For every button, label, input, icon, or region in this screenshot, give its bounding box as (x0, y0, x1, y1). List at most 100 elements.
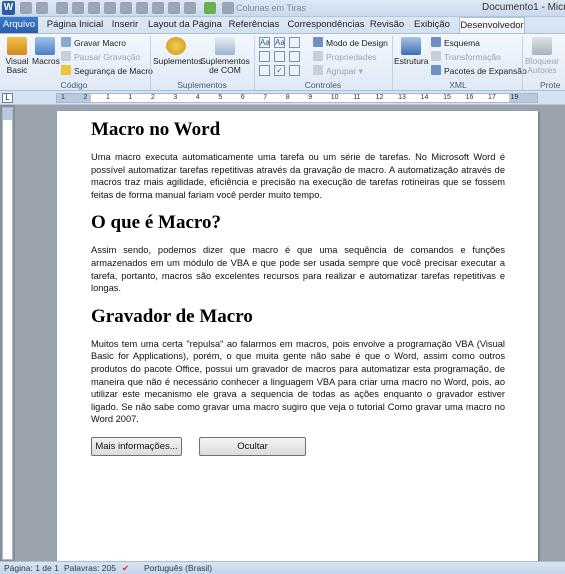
macros-button[interactable]: Macros (32, 37, 60, 66)
combo-box-control-icon[interactable] (274, 51, 285, 62)
structure-button[interactable]: Estrutura (394, 37, 429, 66)
block-authors-icon (532, 37, 552, 55)
transformation-icon (431, 51, 441, 61)
date-picker-control-icon[interactable] (259, 65, 270, 76)
language-indicator[interactable]: Português (Brasil) (144, 563, 212, 573)
ruler-tick-label: 9 (308, 94, 313, 101)
proofing-icon[interactable]: ✔ (122, 563, 129, 574)
transformation-label: Transformação (444, 52, 501, 62)
pause-recording-button[interactable]: Pausar Gravação (61, 51, 140, 63)
table-icon[interactable] (136, 2, 148, 14)
word-count[interactable]: Palavras: 205 (64, 563, 116, 573)
zoom-icon[interactable] (88, 2, 100, 14)
window-title: Documento1 - Microso (482, 2, 565, 13)
tab-home[interactable]: Página Inicial (44, 17, 106, 33)
print-preview-icon[interactable] (72, 2, 84, 14)
properties-button[interactable]: Propriedades (313, 51, 377, 63)
legacy-tools-icon[interactable] (289, 65, 300, 76)
addins-button[interactable]: Suplementos (153, 37, 203, 66)
group-separator (150, 36, 151, 90)
page-content: Macro no Word Uma macro executa automati… (91, 119, 505, 459)
group-label-xml: XML (449, 80, 467, 90)
document-area[interactable]: Macro no Word Uma macro executa automati… (15, 105, 565, 561)
tab-selector[interactable]: L (2, 93, 13, 103)
group-label-suplementos: Suplementos (177, 80, 227, 90)
heading-macro-no-word: Macro no Word (91, 119, 221, 140)
ruler-tick-label: 13 (398, 94, 406, 101)
group-separator (254, 36, 255, 90)
properties-label: Propriedades (326, 52, 377, 62)
draw-table-icon[interactable] (168, 2, 180, 14)
schema-button[interactable]: Esquema (431, 37, 480, 49)
save-icon[interactable] (20, 2, 32, 14)
redo-icon[interactable] (56, 2, 68, 14)
com-addins-button[interactable]: Suplementos de COM (200, 37, 250, 75)
ruler-tick-label: 16 (465, 94, 474, 101)
tab-mailings[interactable]: Correspondências (286, 17, 366, 33)
macros-icon (35, 37, 55, 55)
tab-file[interactable]: Arquivo (0, 17, 38, 33)
schema-icon (431, 37, 441, 47)
ruler-tick-label: 17 (488, 94, 496, 101)
find-icon[interactable] (104, 2, 116, 14)
expansion-packs-label: Pacotes de Expansão (444, 66, 527, 76)
hide-button[interactable]: Ocultar (199, 436, 306, 456)
columns-icon[interactable] (222, 2, 234, 14)
visual-basic-button[interactable]: Visual Basic (2, 37, 32, 75)
dropdown-control-icon[interactable] (289, 51, 300, 62)
heading-gravador-de-macro: Gravador de Macro (91, 305, 253, 327)
horizontal-ruler[interactable]: 1 2 1 1 2 3 4 5 6 7 8 9 10 11 12 13 14 15 16 17 19 (56, 93, 538, 103)
vertical-ruler[interactable] (2, 107, 13, 560)
status-bar: Página: 1 de 1 Palavras: 205 ✔ Português… (0, 561, 565, 574)
design-mode-button[interactable]: Modo de Design (313, 37, 388, 49)
ruler-tick-label: 8 (285, 94, 290, 101)
tab-insert[interactable]: Inserir (108, 17, 142, 33)
design-mode-label: Modo de Design (326, 38, 388, 48)
borders-icon[interactable] (184, 2, 196, 14)
building-block-control-icon[interactable] (259, 51, 270, 62)
transformation-button[interactable]: Transformação (431, 51, 501, 63)
group-separator (392, 36, 393, 90)
macro-security-label: Segurança de Macro (74, 66, 153, 76)
more-info-button[interactable]: Mais informações... (91, 436, 182, 456)
group-button[interactable]: Agrupar ▾ (313, 65, 363, 77)
gear-icon (166, 37, 186, 55)
ruler-tick-label: 4 (195, 94, 200, 101)
structure-icon (401, 37, 421, 55)
group-label-protect: Prote (540, 80, 561, 90)
tab-page-layout[interactable]: Layout da Página (148, 17, 222, 33)
ribbon-tabs: Arquivo Página Inicial Inserir Layout da… (0, 17, 565, 34)
ruler-tick-label: 14 (420, 94, 429, 101)
design-mode-icon (313, 37, 323, 47)
chevron-down-icon: ▾ (356, 66, 363, 76)
spelling-icon[interactable] (120, 2, 132, 14)
rich-text-control-icon[interactable]: Aa (259, 37, 270, 48)
record-macro-button[interactable]: Gravar Macro (61, 37, 126, 49)
ruler-tick-label: 15 (443, 94, 451, 101)
undo-icon[interactable] (36, 2, 48, 14)
expansion-packs-button[interactable]: Pacotes de Expansão (431, 65, 527, 77)
tab-developer[interactable]: Desenvolvedor (459, 17, 525, 34)
page[interactable]: Macro no Word Uma macro executa automati… (57, 111, 538, 561)
block-authors-button[interactable]: Bloquear Autores (524, 37, 560, 75)
tab-view[interactable]: Exibição (410, 17, 454, 33)
plain-text-control-icon[interactable]: Aa (274, 37, 285, 48)
group-label-controles: Controles (304, 80, 342, 90)
tab-references[interactable]: Referências (226, 17, 282, 33)
picture-control-icon[interactable] (289, 37, 300, 48)
format-painter-icon[interactable] (152, 2, 164, 14)
com-addins-label: Suplementos de COM (200, 56, 250, 75)
word-logo-icon[interactable]: W (2, 1, 15, 15)
pause-recording-label: Pausar Gravação (74, 52, 141, 62)
tab-review[interactable]: Revisão (368, 17, 406, 33)
group-icon (313, 65, 323, 75)
ruler-tick-label: 5 (218, 94, 223, 101)
ribbon: Visual Basic Macros Gravar Macro Pausar … (0, 33, 565, 91)
columns-label[interactable]: Colunas em Tiras (236, 3, 306, 13)
page-count[interactable]: Página: 1 de 1 (4, 563, 59, 573)
expansion-packs-icon (431, 65, 441, 75)
checkbox-control-icon[interactable]: ✓ (274, 65, 285, 76)
ruler-tick-label: 3 (173, 94, 178, 101)
macro-security-button[interactable]: Segurança de Macro (61, 65, 153, 77)
up-arrow-icon[interactable] (204, 2, 216, 14)
